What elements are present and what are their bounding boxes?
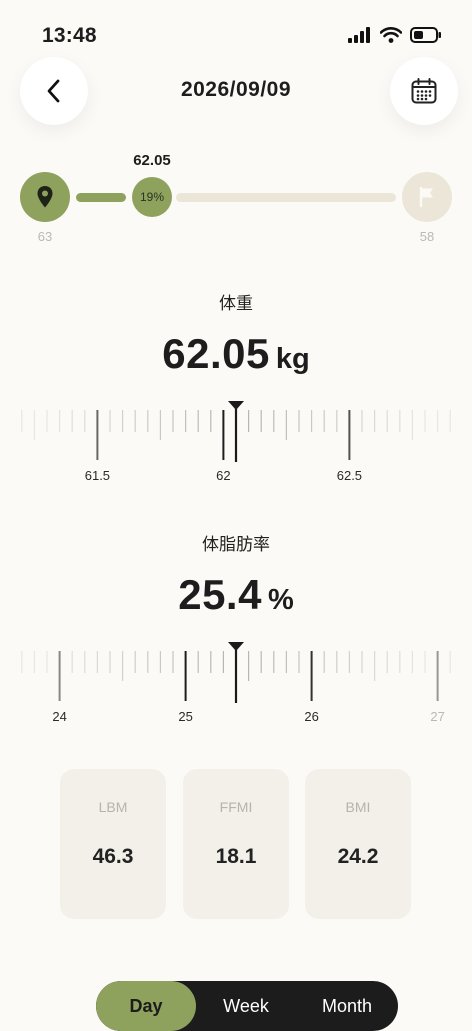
card-label: BMI bbox=[345, 799, 371, 815]
start-weight-label: 63 bbox=[37, 229, 53, 244]
ruler-tick-label: 61.5 bbox=[85, 468, 110, 483]
body-fat-number: 25.4 bbox=[178, 571, 262, 618]
progress-current-value: 62.05 bbox=[133, 152, 171, 169]
start-marker bbox=[20, 172, 70, 222]
card-value: 18.1 bbox=[215, 845, 257, 868]
ruler-tick-label: 25 bbox=[178, 709, 192, 724]
battery-icon bbox=[410, 27, 441, 43]
weight-ruler[interactable]: 61.5 62 62.5 bbox=[0, 396, 472, 492]
bmi-card[interactable]: BMI 24.2 bbox=[305, 769, 411, 919]
card-value: 24.2 bbox=[337, 845, 379, 868]
status-icons bbox=[348, 27, 442, 43]
progress-track bbox=[176, 193, 396, 202]
ruler-tick-label: 26 bbox=[304, 709, 318, 724]
ruler-tick-label: 62.5 bbox=[337, 468, 362, 483]
ruler-tick-label: 27 bbox=[430, 709, 444, 724]
body-fat-title: 体脂肪率 bbox=[202, 535, 270, 554]
location-pin-icon bbox=[37, 186, 53, 208]
progress-fill bbox=[76, 193, 126, 202]
ruler-tick-label: 24 bbox=[52, 709, 66, 724]
card-label: FFMI bbox=[219, 799, 253, 815]
progress-percent-label: 19% bbox=[139, 190, 165, 204]
weight-title: 体重 bbox=[219, 294, 253, 313]
lbm-card[interactable]: LBM 46.3 bbox=[60, 769, 166, 919]
wifi-icon bbox=[380, 27, 402, 43]
ffmi-card[interactable]: FFMI 18.1 bbox=[183, 769, 289, 919]
calendar-icon bbox=[411, 78, 437, 104]
card-value: 46.3 bbox=[92, 845, 134, 868]
signal-icon bbox=[348, 27, 370, 43]
weight-number: 62.05 bbox=[162, 330, 270, 377]
ruler-tick-label: 62 bbox=[216, 468, 230, 483]
body-fat-value: 25.4% bbox=[0, 571, 472, 619]
goal-marker bbox=[402, 172, 452, 222]
status-time: 13:48 bbox=[42, 24, 97, 47]
calendar-button[interactable] bbox=[390, 57, 458, 125]
ruler-pointer-icon bbox=[228, 642, 244, 651]
ruler-pointer-icon bbox=[228, 401, 244, 410]
progress-percent-badge: 19% bbox=[132, 177, 172, 217]
weight-unit: kg bbox=[275, 343, 310, 375]
body-fat-ruler[interactable]: 24 25 26 27 bbox=[0, 637, 472, 733]
card-label: LBM bbox=[98, 799, 128, 815]
body-fat-unit: % bbox=[267, 584, 294, 616]
goal-weight-label: 58 bbox=[419, 229, 435, 244]
flag-icon bbox=[419, 186, 433, 208]
weight-value: 62.05 kg bbox=[0, 330, 472, 378]
